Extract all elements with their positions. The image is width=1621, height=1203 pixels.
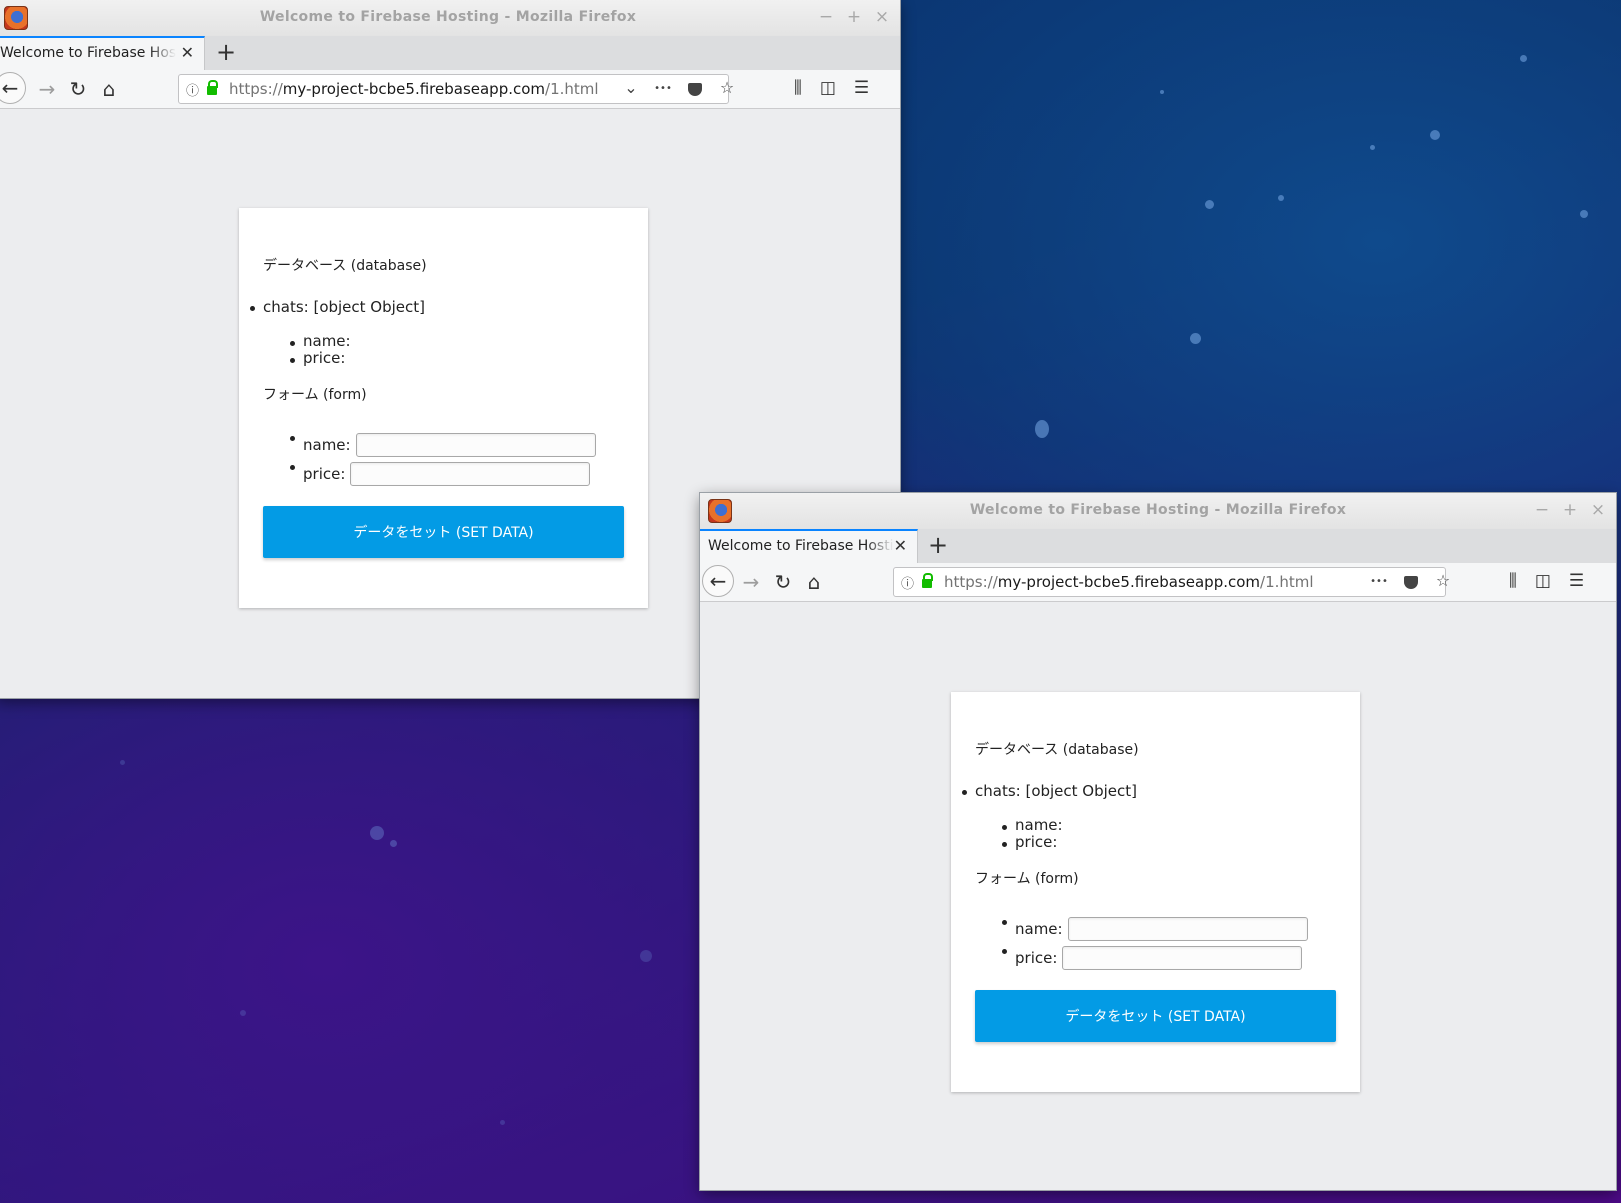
lock-icon xyxy=(207,80,218,95)
price-label: price: xyxy=(1015,948,1058,967)
bookmark-star-icon[interactable]: ☆ xyxy=(718,78,736,100)
name-label: name: xyxy=(303,435,351,454)
tab-welcome[interactable]: Welcome to Firebase Hosting ✕ xyxy=(700,529,918,563)
forward-icon[interactable]: → xyxy=(738,569,764,595)
more-icon[interactable]: ••• xyxy=(654,78,672,100)
back-icon[interactable]: ← xyxy=(702,565,734,597)
minimize-icon[interactable]: − xyxy=(818,4,834,30)
chats-item: chats: [object Object] name: price: xyxy=(975,782,1336,851)
form-title: フォーム (form) xyxy=(263,387,367,403)
library-icon[interactable]: ⫼ xyxy=(1509,571,1517,591)
tab-welcome[interactable]: Welcome to Firebase Hosting ✕ xyxy=(0,36,205,70)
tab-label: Welcome to Firebase Hosting xyxy=(0,45,176,61)
window-titlebar[interactable]: Welcome to Firebase Hosting - Mozilla Fi… xyxy=(0,0,900,37)
url-text[interactable]: https://my-project-bcbe5.firebaseapp.com… xyxy=(944,573,1314,591)
name-item: name: xyxy=(303,332,351,350)
pocket-icon[interactable] xyxy=(1402,571,1420,593)
form-name-row: name: xyxy=(1015,914,1336,943)
bookmark-star-icon[interactable]: ☆ xyxy=(1434,571,1452,593)
form-price-row: price: xyxy=(303,459,624,488)
lock-icon xyxy=(922,573,933,588)
firefox-window-2: Welcome to Firebase Hosting - Mozilla Fi… xyxy=(700,493,1616,1190)
tab-close-icon[interactable]: ✕ xyxy=(894,536,907,555)
form-price-row: price: xyxy=(1015,943,1336,972)
name-input[interactable] xyxy=(1067,916,1308,941)
url-text[interactable]: https://my-project-bcbe5.firebaseapp.com… xyxy=(229,80,599,98)
tab-strip: Welcome to Firebase Hosting ✕ + xyxy=(700,529,1616,564)
home-icon[interactable]: ⌂ xyxy=(96,76,122,102)
navigation-toolbar: ← → ↻ ⌂ ⓘ https://my-project-bcbe5.fireb… xyxy=(700,563,1616,602)
set-data-button[interactable]: データをセット (SET DATA) xyxy=(263,506,624,558)
set-data-button[interactable]: データをセット (SET DATA) xyxy=(975,990,1336,1042)
database-title: データベース (database) xyxy=(263,258,427,274)
maximize-icon[interactable]: + xyxy=(1562,497,1578,523)
close-icon[interactable]: × xyxy=(1590,497,1606,523)
name-label: name: xyxy=(1015,919,1063,938)
new-tab-icon[interactable]: + xyxy=(216,37,236,67)
forward-icon[interactable]: → xyxy=(34,76,60,102)
app-card: データベース (database) chats: [object Object]… xyxy=(951,692,1360,1092)
window-title: Welcome to Firebase Hosting - Mozilla Fi… xyxy=(969,502,1347,518)
price-item: price: xyxy=(303,349,346,367)
navigation-toolbar: ← → ↻ ⌂ ⓘ https://my-project-bcbe5.fireb… xyxy=(0,70,900,109)
close-icon[interactable]: × xyxy=(874,4,890,30)
info-icon[interactable]: ⓘ xyxy=(901,573,914,592)
pocket-icon[interactable] xyxy=(686,78,704,100)
more-icon[interactable]: ••• xyxy=(1370,571,1388,593)
tab-close-icon[interactable]: ✕ xyxy=(181,43,194,62)
database-title: データベース (database) xyxy=(975,742,1139,758)
price-label: price: xyxy=(303,464,346,483)
sidebar-icon[interactable]: ◫ xyxy=(820,78,836,98)
dropdown-icon[interactable]: ⌄ xyxy=(622,78,640,100)
new-tab-icon[interactable]: + xyxy=(928,530,948,560)
form-name-row: name: xyxy=(303,430,624,459)
form-title: フォーム (form) xyxy=(975,871,1079,887)
price-input[interactable] xyxy=(350,461,591,486)
home-icon[interactable]: ⌂ xyxy=(801,569,827,595)
reload-icon[interactable]: ↻ xyxy=(65,76,91,102)
page-content: データベース (database) chats: [object Object]… xyxy=(700,602,1616,1190)
library-icon[interactable]: ⫼ xyxy=(794,78,802,98)
url-bar[interactable]: ⓘ https://my-project-bcbe5.firebaseapp.c… xyxy=(178,74,734,104)
name-item: name: xyxy=(1015,816,1063,834)
price-input[interactable] xyxy=(1062,945,1303,970)
menu-icon[interactable]: ☰ xyxy=(1569,571,1584,591)
window-titlebar[interactable]: Welcome to Firebase Hosting - Mozilla Fi… xyxy=(700,493,1616,530)
tab-strip: Welcome to Firebase Hosting ✕ + xyxy=(0,36,900,71)
back-icon[interactable]: ← xyxy=(0,72,26,104)
menu-icon[interactable]: ☰ xyxy=(854,78,869,98)
name-input[interactable] xyxy=(355,432,596,457)
maximize-icon[interactable]: + xyxy=(846,4,862,30)
price-item: price: xyxy=(1015,833,1058,851)
minimize-icon[interactable]: − xyxy=(1534,497,1550,523)
reload-icon[interactable]: ↻ xyxy=(770,569,796,595)
url-bar[interactable]: ⓘ https://my-project-bcbe5.firebaseapp.c… xyxy=(893,567,1450,597)
app-card: データベース (database) chats: [object Object]… xyxy=(239,208,648,608)
window-title: Welcome to Firebase Hosting - Mozilla Fi… xyxy=(259,9,637,25)
sidebar-icon[interactable]: ◫ xyxy=(1535,571,1551,591)
chats-item: chats: [object Object] name: price: xyxy=(263,298,624,367)
tab-label: Welcome to Firebase Hosting xyxy=(708,538,894,554)
info-icon[interactable]: ⓘ xyxy=(186,80,199,99)
